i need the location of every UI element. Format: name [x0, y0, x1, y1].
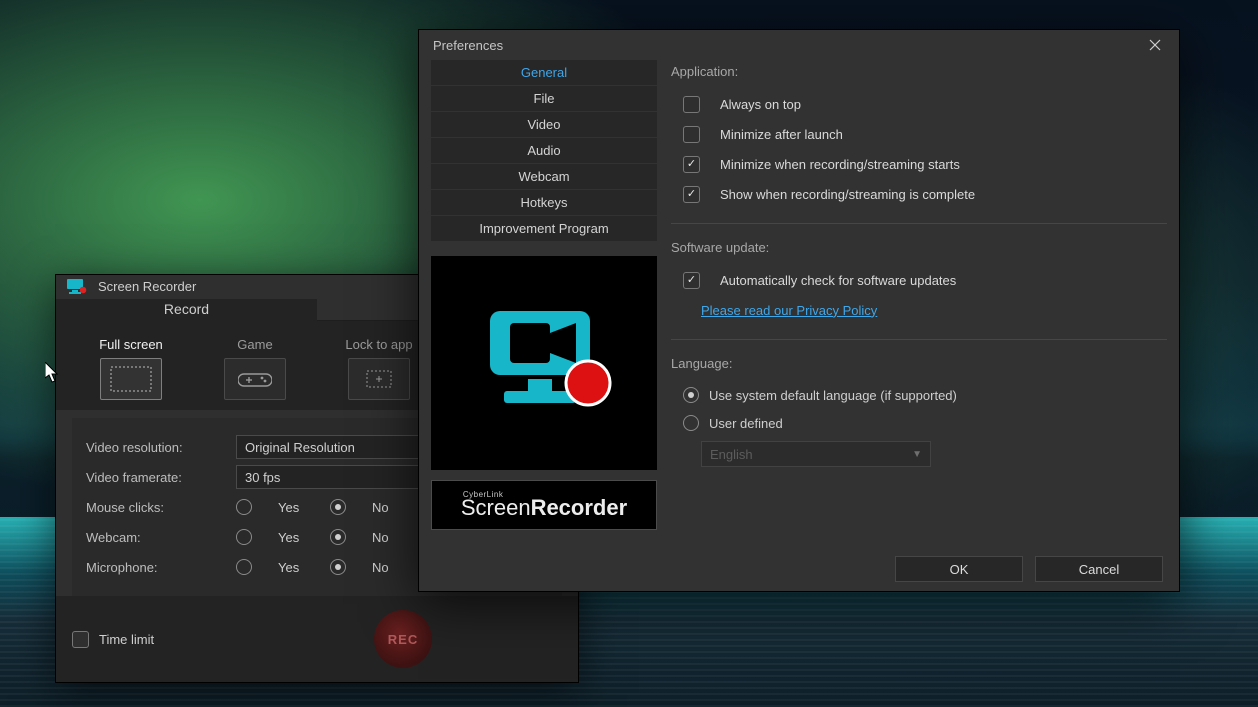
webcam-no-radio[interactable]	[330, 529, 346, 545]
video-resolution-value: Original Resolution	[245, 440, 355, 455]
preferences-content: Application: Always on top Minimize afte…	[671, 60, 1167, 547]
language-userdef-radio[interactable]	[683, 415, 699, 431]
language-system-label: Use system default language (if supporte…	[709, 388, 957, 403]
divider	[671, 339, 1167, 340]
mouse-clicks-label: Mouse clicks:	[86, 500, 236, 515]
mouse-clicks-yes-radio[interactable]	[236, 499, 252, 515]
language-select-value: English	[710, 447, 753, 462]
sidebar-item-general[interactable]: General	[431, 60, 657, 86]
mode-label-game: Game	[237, 337, 272, 352]
sidebar-brand: CyberLink ScreenRecorder	[431, 480, 657, 530]
video-framerate-value: 30 fps	[245, 470, 280, 485]
sidebar-item-video[interactable]: Video	[431, 112, 657, 138]
show-when-complete-checkbox[interactable]	[683, 186, 700, 203]
language-select[interactable]: English ▼	[701, 441, 931, 467]
sidebar-logo	[431, 256, 657, 470]
minimize-when-recording-checkbox[interactable]	[683, 156, 700, 173]
chevron-down-icon: ▼	[912, 449, 922, 460]
desktop-background: Screen Recorder Record Stream Full scree…	[0, 0, 1258, 707]
app-icon	[66, 278, 88, 296]
mode-btn-game[interactable]	[224, 358, 286, 400]
auto-check-updates-checkbox[interactable]	[683, 272, 700, 289]
application-section-title: Application:	[671, 64, 1167, 79]
microphone-yes-radio[interactable]	[236, 559, 252, 575]
yes-label: Yes	[278, 530, 304, 545]
auto-check-updates-label: Automatically check for software updates	[720, 273, 956, 288]
recorder-title: Screen Recorder	[98, 279, 196, 294]
always-on-top-label: Always on top	[720, 97, 801, 112]
mode-label-lock: Lock to app	[345, 337, 412, 352]
webcam-label: Webcam:	[86, 530, 236, 545]
language-section-title: Language:	[671, 356, 1167, 371]
sidebar-item-file[interactable]: File	[431, 86, 657, 112]
close-icon	[1149, 39, 1161, 51]
mode-label-fullscreen: Full screen	[99, 337, 163, 352]
divider	[671, 223, 1167, 224]
yes-label: Yes	[278, 560, 304, 575]
preferences-window: Preferences General File Video Audio Web…	[418, 29, 1180, 592]
sidebar-item-audio[interactable]: Audio	[431, 138, 657, 164]
language-userdef-label: User defined	[709, 416, 783, 431]
time-limit-checkbox[interactable]	[72, 631, 89, 648]
cancel-button[interactable]: Cancel	[1035, 556, 1163, 582]
software-update-section-title: Software update:	[671, 240, 1167, 255]
video-resolution-label: Video resolution:	[86, 440, 236, 455]
webcam-yes-radio[interactable]	[236, 529, 252, 545]
mouse-clicks-no-radio[interactable]	[330, 499, 346, 515]
show-when-complete-label: Show when recording/streaming is complet…	[720, 187, 975, 202]
minimize-after-launch-label: Minimize after launch	[720, 127, 843, 142]
privacy-policy-link[interactable]: Please read our Privacy Policy	[701, 303, 877, 318]
record-button[interactable]: REC	[374, 610, 432, 668]
rec-label: REC	[388, 632, 418, 647]
tab-record[interactable]: Record	[56, 299, 317, 321]
sidebar-item-improvement[interactable]: Improvement Program	[431, 216, 657, 242]
microphone-no-radio[interactable]	[330, 559, 346, 575]
time-limit-label: Time limit	[99, 632, 154, 647]
brand-recorder-text: Recorder	[531, 495, 628, 520]
mode-btn-fullscreen[interactable]	[100, 358, 162, 400]
video-framerate-label: Video framerate:	[86, 470, 236, 485]
ok-button[interactable]: OK	[895, 556, 1023, 582]
recorder-bottom-row: Time limit REC	[56, 596, 578, 682]
preferences-footer: OK Cancel	[419, 547, 1179, 591]
no-label: No	[372, 560, 398, 575]
sidebar-item-webcam[interactable]: Webcam	[431, 164, 657, 190]
no-label: No	[372, 500, 398, 515]
preferences-title: Preferences	[433, 38, 503, 53]
microphone-label: Microphone:	[86, 560, 236, 575]
always-on-top-checkbox[interactable]	[683, 96, 700, 113]
preferences-titlebar[interactable]: Preferences	[419, 30, 1179, 60]
brand-screen-text: Screen	[461, 495, 531, 520]
minimize-after-launch-checkbox[interactable]	[683, 126, 700, 143]
yes-label: Yes	[278, 500, 304, 515]
mode-btn-lock[interactable]	[348, 358, 410, 400]
close-button[interactable]	[1141, 35, 1169, 55]
sidebar-item-hotkeys[interactable]: Hotkeys	[431, 190, 657, 216]
no-label: No	[372, 530, 398, 545]
preferences-sidebar: General File Video Audio Webcam Hotkeys …	[431, 60, 657, 547]
minimize-when-recording-label: Minimize when recording/streaming starts	[720, 157, 960, 172]
language-system-radio[interactable]	[683, 387, 699, 403]
